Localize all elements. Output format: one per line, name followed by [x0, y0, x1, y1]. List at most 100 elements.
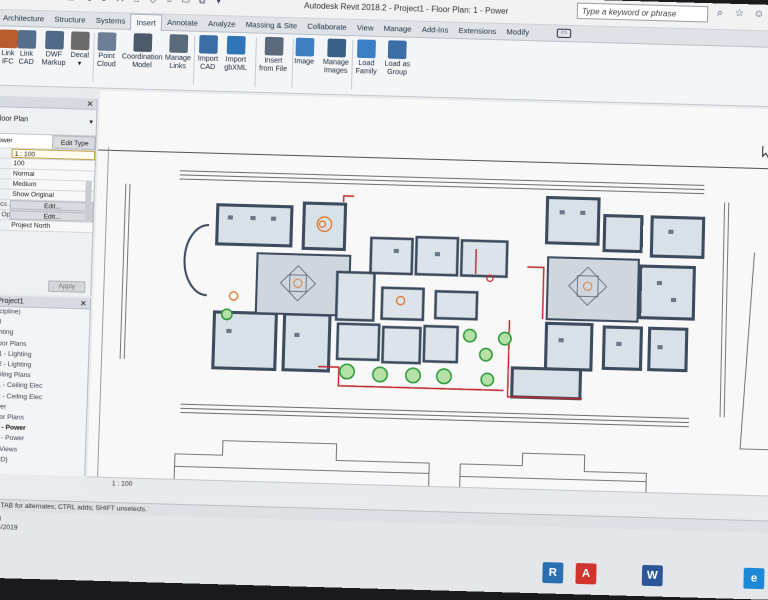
dwf-markup-icon [45, 31, 64, 50]
section-icon[interactable]: ◇ [148, 0, 158, 5]
image-button[interactable]: Image [294, 38, 315, 67]
view-3d-icon[interactable]: ⌂ [132, 0, 142, 5]
button-label-line2: IFC [0, 58, 17, 67]
tab-modify[interactable]: Modify [501, 24, 534, 40]
print-icon[interactable]: ⎙ [66, 0, 76, 3]
text-icon[interactable]: A [115, 0, 125, 4]
link-ifc-button[interactable]: Link IFC [0, 29, 18, 66]
property-value[interactable]: Project North [9, 221, 93, 233]
tab-manage[interactable]: Manage [378, 21, 416, 37]
acrobat-taskbar-icon[interactable]: A [575, 563, 596, 584]
floor-plan-drawing [87, 91, 768, 496]
tab-view[interactable]: View [352, 20, 379, 36]
browser-tree-item[interactable]: {3D} [0, 454, 85, 468]
decal-icon [71, 31, 90, 50]
apply-button[interactable]: Apply [48, 280, 85, 292]
drawing-canvas[interactable] [87, 91, 768, 496]
project-browser: Project1 ✕ (Discipline)tricalLightingFlo… [0, 295, 91, 476]
properties-palette: ✕ Floor Plan ▾ Power Edit Type 1 : 100 10… [0, 96, 98, 296]
search-input[interactable]: Type a keyword or phrase [577, 3, 709, 23]
manage-images-button[interactable]: Manage Images [323, 38, 350, 76]
link-ifc-icon [0, 29, 18, 48]
binoculars-icon[interactable]: ⌕ [714, 7, 726, 20]
manage-links-icon [169, 34, 188, 53]
panel-separator [193, 36, 196, 85]
view-frame-line [98, 150, 768, 169]
thin-lines-icon[interactable]: ≡ [165, 0, 175, 6]
browser-tree: (Discipline)tricalLightingFloor Plans1 -… [0, 307, 90, 468]
dwf-markup-button[interactable]: DWF Markup [41, 31, 66, 68]
property-name [0, 189, 10, 199]
central-block [335, 235, 508, 366]
property-name [0, 179, 11, 189]
switch-windows-icon[interactable]: ⧉ [197, 0, 207, 7]
link-cad-button[interactable]: Link CAD [17, 30, 37, 67]
sheet-border [740, 252, 768, 449]
tab-architecture[interactable]: Architecture [0, 10, 50, 27]
right-hall [547, 257, 639, 321]
button-label: Decal [70, 52, 89, 61]
quick-access-toolbar: ⟲ ▣ ↶ ↷ ⎙ ⤡ ⊕ A ⌂ ◇ ≡ ▭ ⧉ ▾ [1, 0, 224, 7]
import-cad-icon [199, 35, 218, 54]
manage-images-icon [327, 39, 346, 58]
button-label-line2: Family [355, 68, 376, 77]
decal-button[interactable]: Decal ▾ [70, 31, 90, 68]
view-scale[interactable]: 1 : 100 [112, 480, 133, 488]
project-browser-header: Project1 ✕ [0, 295, 90, 309]
coordination-model-button[interactable]: Coordination Model [121, 33, 163, 71]
tab-annotate[interactable]: Annotate [162, 15, 204, 31]
tab-massing-site[interactable]: Massing & Site [240, 17, 302, 34]
load-family-button[interactable]: Load Family [355, 39, 377, 76]
point-cloud-button[interactable]: Point Cloud [97, 32, 117, 69]
tab-add-ins[interactable]: Add-Ins [416, 22, 453, 38]
import-gbxml-button[interactable]: Import gbXML [224, 36, 248, 73]
tab-structure[interactable]: Structure [49, 11, 91, 27]
close-hidden-icon[interactable]: ▭ [181, 0, 191, 6]
property-name: lay Op... [0, 210, 10, 220]
button-label-line2: Group [384, 69, 410, 78]
tab-collaborate[interactable]: Collaborate [302, 18, 352, 35]
import-cad-button[interactable]: Import CAD [197, 35, 219, 72]
tab-analyze[interactable]: Analyze [203, 16, 241, 32]
redo-icon[interactable]: ↷ [50, 0, 60, 2]
revit-window: ⟲ ▣ ↶ ↷ ⎙ ⤡ ⊕ A ⌂ ◇ ≡ ▭ ⧉ ▾ Autodesk Rev… [0, 0, 768, 600]
open-icon[interactable]: ⟲ [1, 0, 11, 1]
edit-type-button[interactable]: Edit Type [52, 135, 96, 150]
close-icon[interactable]: ✕ [80, 298, 87, 310]
revit-taskbar-icon[interactable]: R [542, 562, 563, 583]
tab-systems[interactable]: Systems [90, 13, 130, 29]
mouse-cursor-icon [763, 146, 768, 158]
button-label: Image [294, 58, 314, 67]
insert-from-file-button[interactable]: Insert from File [259, 37, 288, 75]
button-label-line2: gbXML [224, 64, 247, 73]
star-icon[interactable]: ☆ [734, 8, 746, 21]
type-selector[interactable]: Floor Plan ▾ [0, 107, 96, 137]
property-name [0, 169, 11, 179]
load-as-group-button[interactable]: Load as Group [384, 40, 411, 78]
panel-separator [92, 33, 95, 82]
button-label-line2: CAD [197, 64, 218, 73]
button-label-line2: ▾ [70, 60, 89, 69]
property-name [0, 220, 9, 230]
property-rows: 1 : 100 100 Normal Medium Show Original phics… [0, 148, 95, 233]
button-label-line2: from File [259, 65, 287, 74]
qat-dropdown-icon[interactable]: ▾ [214, 0, 224, 7]
tab-extensions[interactable]: Extensions [453, 23, 501, 40]
undo-icon[interactable]: ↶ [33, 0, 43, 2]
tag-icon[interactable]: ⊕ [99, 0, 109, 4]
user-icon[interactable]: ☺ [753, 8, 765, 21]
load-family-icon [357, 39, 376, 58]
project-browser-title: Project1 [0, 297, 24, 305]
edge-taskbar-icon[interactable]: e [743, 568, 764, 589]
save-icon[interactable]: ▣ [17, 0, 27, 2]
measure-icon[interactable]: ⤡ [83, 0, 93, 3]
property-row: Project North [0, 220, 93, 233]
contextual-tab-toggle-icon[interactable]: ▭ [557, 29, 572, 39]
view-selector[interactable]: Power [0, 134, 52, 149]
coordination-model-icon [133, 33, 152, 52]
property-name [0, 158, 11, 168]
button-label-line2: Cloud [97, 61, 116, 70]
view-frame-line [98, 147, 109, 476]
manage-links-button[interactable]: Manage Links [165, 34, 192, 72]
close-icon[interactable]: ✕ [86, 98, 93, 109]
